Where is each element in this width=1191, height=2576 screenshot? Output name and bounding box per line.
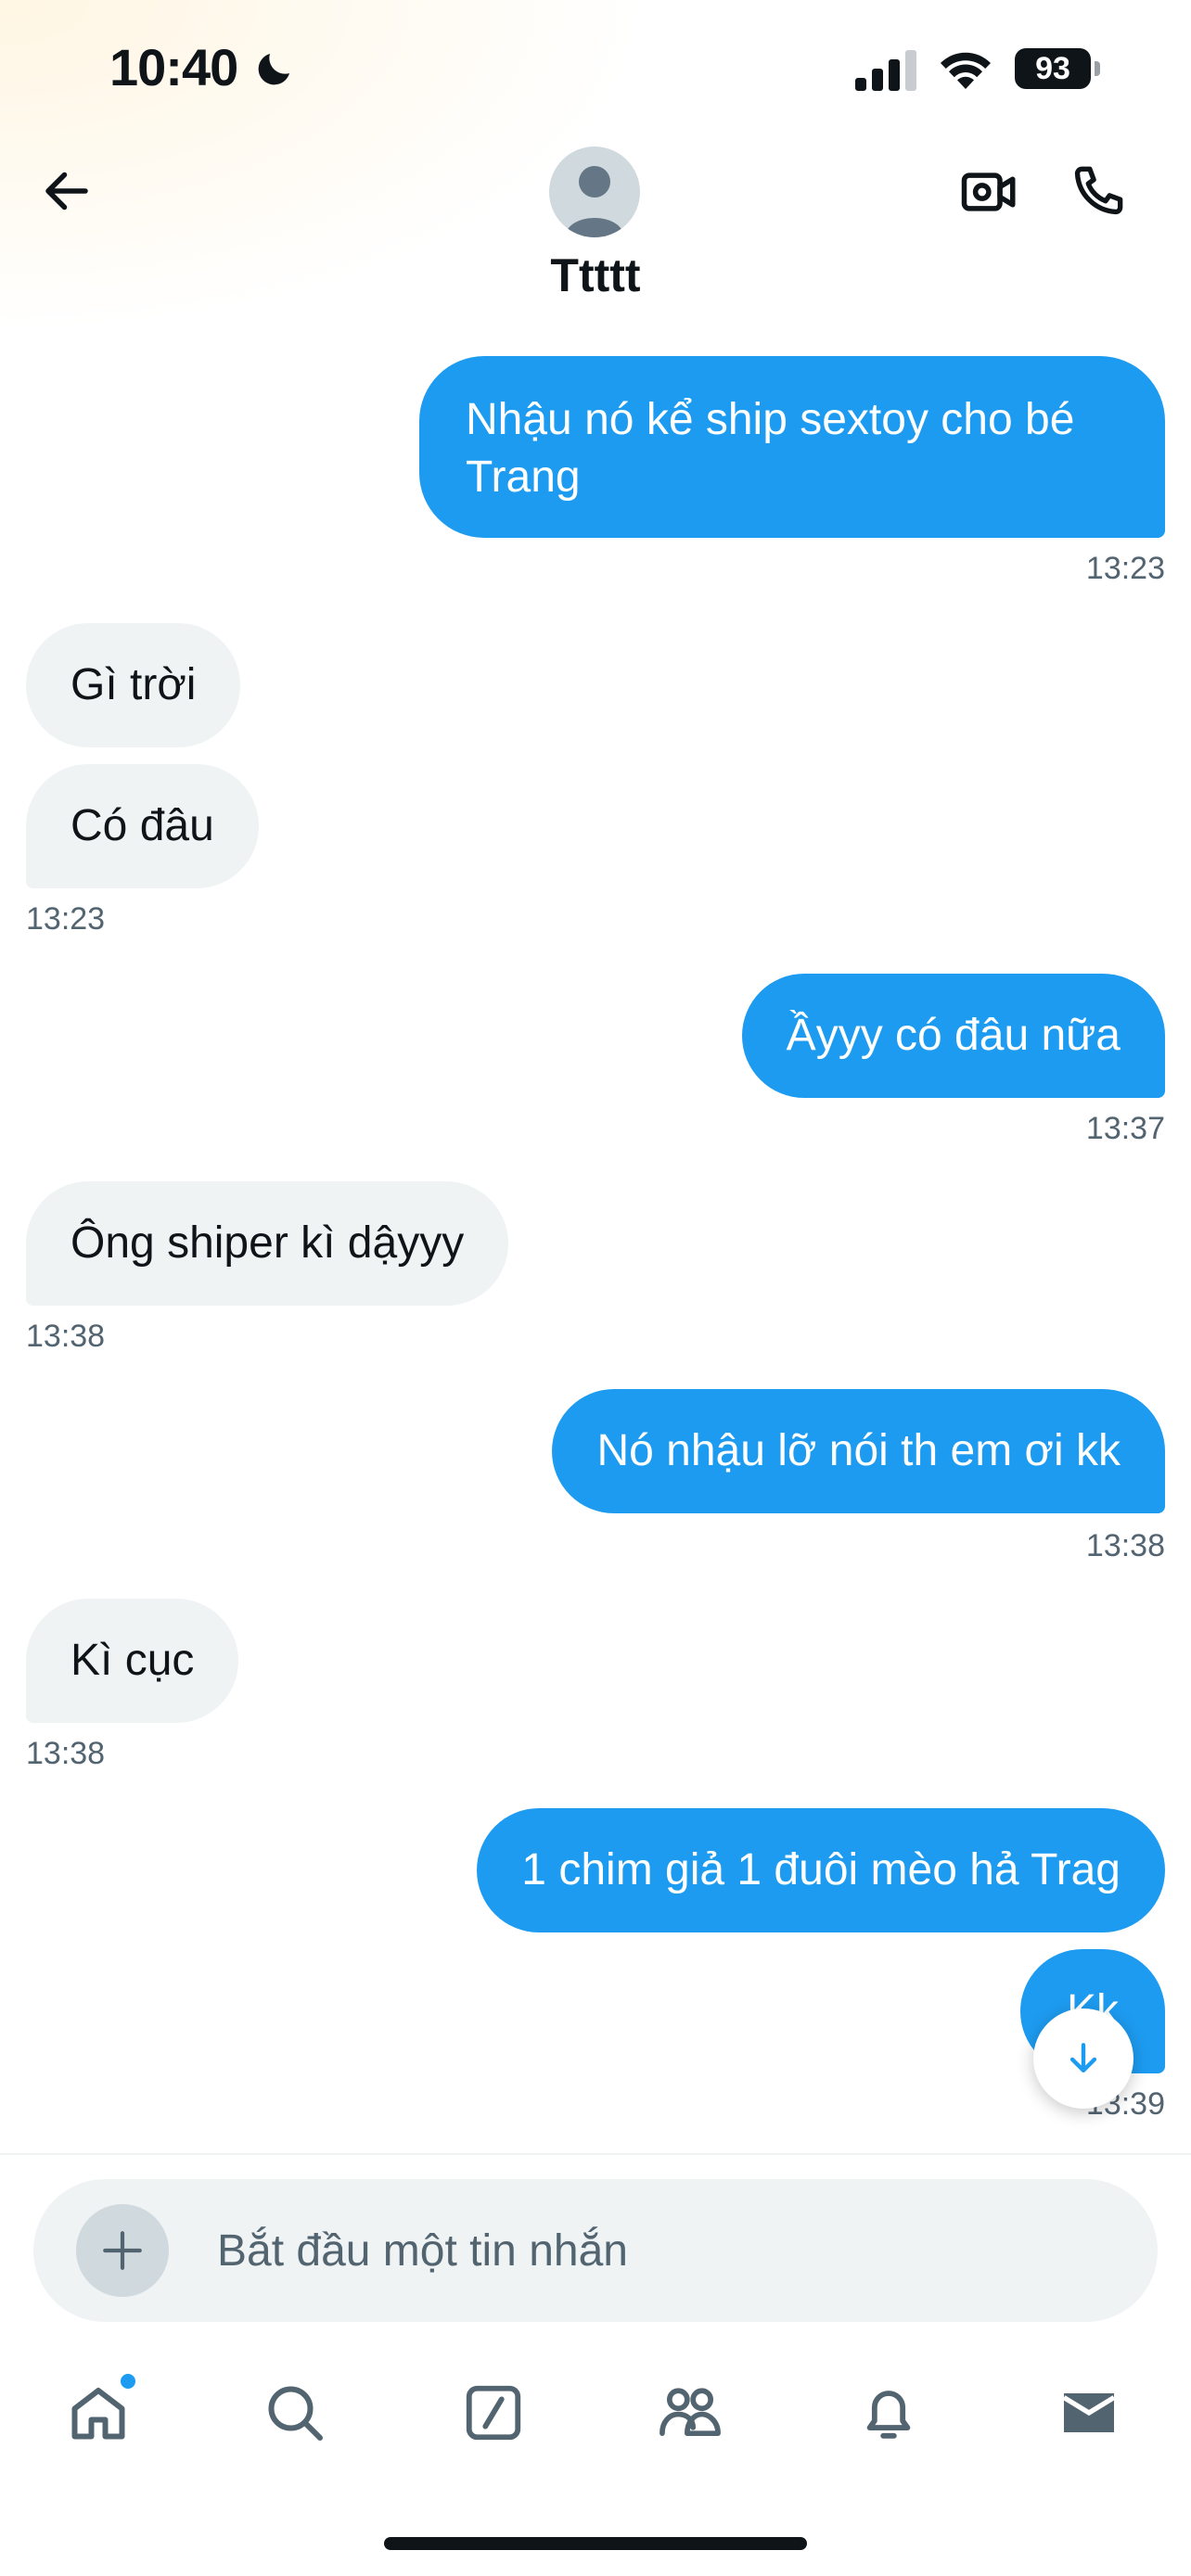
- message-timestamp: 13:38: [1085, 1528, 1165, 1563]
- message-timestamp: 13:38: [26, 1736, 106, 1771]
- battery-tip: [1095, 61, 1100, 76]
- arrow-left-icon: [45, 172, 88, 210]
- default-avatar-icon: [565, 166, 624, 237]
- message-bubble-sent[interactable]: 1 chim giả 1 đuôi mèo hả Trag: [477, 1808, 1165, 1932]
- status-time: 10:40: [109, 38, 238, 96]
- voice-message-button[interactable]: [1044, 2220, 1106, 2281]
- envelope-icon: [1062, 2393, 1116, 2432]
- home-indicator: [384, 2537, 807, 2550]
- video-camera-icon: [961, 172, 1016, 211]
- phone-icon: [1074, 166, 1123, 215]
- notification-dot: [121, 2374, 135, 2389]
- wifi-icon: [941, 52, 991, 89]
- message-bubble-sent[interactable]: Ầyyy có đâu nữa: [741, 974, 1165, 1098]
- bell-icon: [866, 2391, 911, 2439]
- communities-icon: [660, 2388, 721, 2437]
- add-attachment-button[interactable]: [76, 2204, 169, 2297]
- tab-search[interactable]: [250, 2368, 339, 2457]
- search-icon: [268, 2386, 323, 2441]
- message-bubble-received[interactable]: Kì cục: [26, 1599, 239, 1723]
- message-composer: [33, 2179, 1158, 2322]
- tab-communities[interactable]: [646, 2368, 735, 2457]
- composer-divider: [0, 2153, 1191, 2155]
- message-bubble-sent[interactable]: Nó nhậu lỡ nói th em ơi kk: [552, 1389, 1165, 1513]
- status-bar: 10:40 93: [0, 0, 1191, 139]
- arrow-down-icon: [1069, 2043, 1097, 2073]
- voice-call-button[interactable]: [1065, 156, 1133, 224]
- grok-icon: [466, 2385, 521, 2441]
- home-icon: [71, 2388, 125, 2440]
- plus-icon: [103, 2231, 142, 2270]
- video-call-button[interactable]: [955, 158, 1024, 226]
- moon-icon: [258, 54, 289, 85]
- avatar[interactable]: [549, 147, 640, 237]
- message-bubble-received[interactable]: Ông shiper kì dậyyy: [26, 1181, 509, 1306]
- message-bubble-received[interactable]: Gì trời: [26, 623, 241, 747]
- battery-level: 93: [1015, 48, 1091, 89]
- scroll-to-bottom-button[interactable]: [1033, 2009, 1133, 2109]
- tab-home[interactable]: [54, 2368, 143, 2457]
- cellular-signal-icon: [855, 50, 916, 91]
- message-bubble-sent[interactable]: Nhậu nó kể ship sextoy cho bé Trang: [419, 356, 1165, 538]
- back-button[interactable]: [33, 158, 100, 224]
- waveform-icon: [1049, 2225, 1096, 2276]
- tab-notifications[interactable]: [844, 2368, 933, 2457]
- tab-messages[interactable]: [1044, 2368, 1133, 2457]
- message-timestamp: 13:37: [1085, 1111, 1165, 1146]
- message-bubble-received[interactable]: Có đâu: [26, 764, 259, 888]
- message-timestamp: 13:23: [1085, 551, 1165, 586]
- battery-indicator: 93: [1015, 48, 1100, 89]
- tab-grok[interactable]: [449, 2368, 538, 2457]
- message-input[interactable]: [217, 2222, 959, 2279]
- contact-name[interactable]: Ttttt: [0, 249, 1191, 302]
- message-timestamp: 13:38: [26, 1319, 106, 1354]
- message-timestamp: 13:23: [26, 901, 106, 937]
